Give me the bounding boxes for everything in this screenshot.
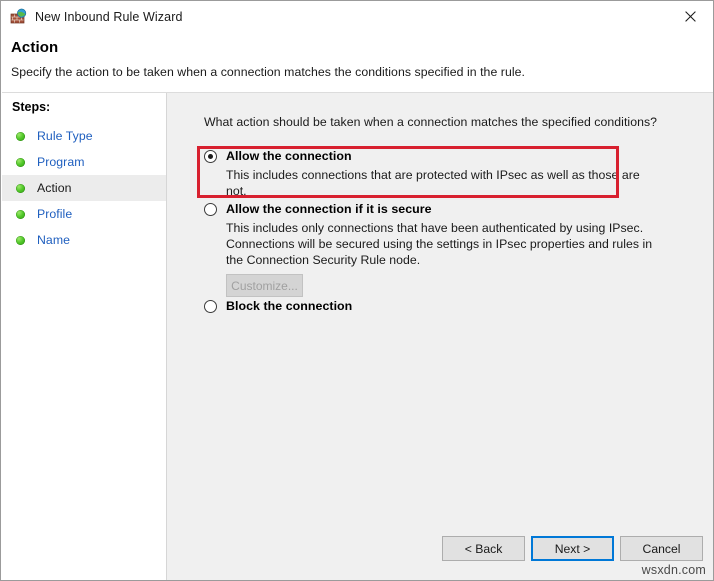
option-title: Allow the connection [226, 149, 352, 163]
steps-heading: Steps: [12, 100, 51, 114]
option-header: Allow the connection if it is secure [204, 202, 664, 217]
wizard-content-pane: What action should be taken when a conne… [167, 93, 713, 580]
radio-allow-the-connection-if-it-is-secure[interactable] [204, 203, 217, 216]
window-title: New Inbound Rule Wizard [35, 9, 183, 24]
sidebar-item-label: Name [37, 233, 71, 247]
option-header: Allow the connection [204, 149, 655, 164]
firewall-globe-icon [10, 8, 27, 25]
option-title: Allow the connection if it is secure [226, 202, 432, 216]
sidebar-item-label: Program [37, 155, 85, 169]
new-inbound-rule-wizard-window: New Inbound Rule Wizard Action Specify t… [0, 0, 714, 581]
wizard-header: Action Specify the action to be taken wh… [2, 32, 713, 93]
sidebar-item-program[interactable]: Program [2, 149, 166, 175]
steps-sidebar: Steps: Rule Type Program Action Profile … [2, 93, 167, 580]
customize-button: Customize... [226, 274, 303, 297]
sidebar-item-name[interactable]: Name [2, 227, 166, 253]
step-bullet-icon [16, 209, 25, 219]
page-title: Action [11, 39, 59, 56]
sidebar-item-label: Profile [37, 207, 73, 221]
sidebar-item-action[interactable]: Action [2, 175, 166, 201]
radio-allow-the-connection[interactable] [204, 150, 217, 163]
title-bar: New Inbound Rule Wizard [1, 1, 713, 32]
cancel-button[interactable]: Cancel [620, 536, 703, 561]
page-subtitle: Specify the action to be taken when a co… [11, 65, 525, 79]
option-block-the-connection[interactable]: Block the connection [204, 299, 504, 314]
sidebar-item-label: Rule Type [37, 129, 93, 143]
option-title: Block the connection [226, 299, 353, 313]
option-allow-the-connection[interactable]: Allow the connection This includes conne… [204, 149, 655, 199]
step-bullet-icon [16, 183, 25, 193]
step-bullet-icon [16, 157, 25, 167]
option-header: Block the connection [204, 299, 504, 314]
back-button[interactable]: < Back [442, 536, 525, 561]
step-bullet-icon [16, 131, 25, 141]
watermark: wsxdn.com [641, 563, 706, 577]
sidebar-item-label: Action [37, 181, 72, 195]
close-icon[interactable] [667, 1, 713, 31]
question-text: What action should be taken when a conne… [204, 115, 658, 129]
option-description: This includes only connections that have… [226, 221, 653, 267]
wizard-footer: < Back Next > Cancel wsxdn.com [167, 526, 713, 580]
steps-list: Rule Type Program Action Profile Name [2, 123, 166, 253]
sidebar-item-profile[interactable]: Profile [2, 201, 166, 227]
sidebar-item-rule-type[interactable]: Rule Type [2, 123, 166, 149]
next-button[interactable]: Next > [531, 536, 614, 561]
step-bullet-icon [16, 235, 25, 245]
option-description: This includes connections that are prote… [226, 168, 640, 198]
radio-block-the-connection[interactable] [204, 300, 217, 313]
option-allow-the-connection-if-it-is-secure[interactable]: Allow the connection if it is secure Thi… [204, 202, 664, 268]
